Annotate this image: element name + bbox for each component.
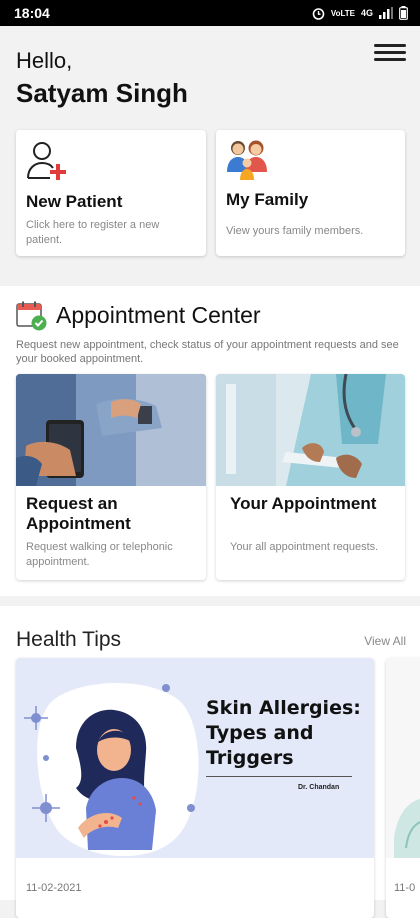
status-bar: 18:04 VoLTE 4G [0, 0, 420, 26]
greeting-hello: Hello, [16, 48, 73, 73]
headline-line-1: Skin Allergies: [206, 697, 361, 719]
my-family-card[interactable]: My Family View yours family members. [216, 130, 405, 256]
leaf-illustration [394, 798, 420, 858]
header-section: Hello, Satyam Singh New Patient Click he… [0, 26, 420, 284]
appointment-center-section: Appointment Center Request new appointme… [0, 286, 420, 596]
health-tip-banner: Skin Allergies: Types and Triggers Dr. C… [16, 658, 374, 858]
health-tip-card[interactable]: Skin Allergies: Types and Triggers Dr. C… [16, 658, 374, 918]
status-time: 18:04 [14, 5, 50, 21]
health-tip-headline: Skin Allergies: Types and Triggers [206, 696, 366, 771]
health-tips-title: Health Tips [16, 628, 122, 651]
network-label: VoLTE [330, 8, 355, 18]
doctor-tablet-image [216, 374, 405, 486]
new-patient-title: New Patient [26, 192, 123, 211]
health-tips-section: Health Tips View All Skin Allergies: Typ… [0, 606, 420, 918]
appointment-center-description: Request new appointment, check status of… [16, 339, 399, 365]
phone-hands-image [16, 374, 206, 486]
my-family-title: My Family [226, 190, 309, 209]
health-tip-date-next: 11-0 [394, 882, 416, 894]
your-appointment-title: Your Appointment [230, 494, 377, 513]
skin-allergy-illustration [24, 683, 199, 857]
view-all-link[interactable]: View All [364, 634, 406, 648]
health-tip-banner-next [386, 658, 420, 858]
family-icon [227, 140, 267, 180]
new-patient-card[interactable]: New Patient Click here to register a new… [16, 130, 206, 256]
alarm-icon [312, 7, 325, 20]
new-patient-subtitle: Click here to register a new patient. [26, 219, 160, 246]
calendar-check-icon [16, 301, 47, 331]
hamburger-menu-icon[interactable] [374, 42, 406, 62]
status-icons: VoLTE 4G [312, 6, 408, 20]
health-tip-author: Dr. Chandan [298, 784, 340, 791]
request-appointment-card[interactable]: Request an Appointment Request walking o… [16, 374, 206, 580]
my-family-subtitle: View yours family members. [226, 225, 364, 237]
add-user-icon [27, 142, 66, 180]
headline-line-2: Types and [206, 722, 314, 744]
request-appointment-subtitle: Request walking or telephonic appointmen… [26, 541, 173, 568]
request-appointment-title: Request an Appointment [26, 494, 131, 533]
signal-type-label: 4G [360, 8, 373, 18]
your-appointment-card[interactable]: Your Appointment Your all appointment re… [216, 374, 405, 580]
headline-divider [206, 776, 352, 777]
health-tip-date: 11-02-2021 [26, 882, 82, 894]
signal-icon [379, 7, 393, 19]
your-appointment-subtitle: Your all appointment requests. [230, 541, 379, 553]
health-tip-card-next[interactable]: 11-0 [386, 658, 420, 918]
battery-icon [399, 6, 408, 20]
appointment-center-title: Appointment Center [56, 302, 261, 328]
headline-line-3: Triggers [206, 747, 294, 769]
user-name: Satyam Singh [16, 78, 188, 108]
